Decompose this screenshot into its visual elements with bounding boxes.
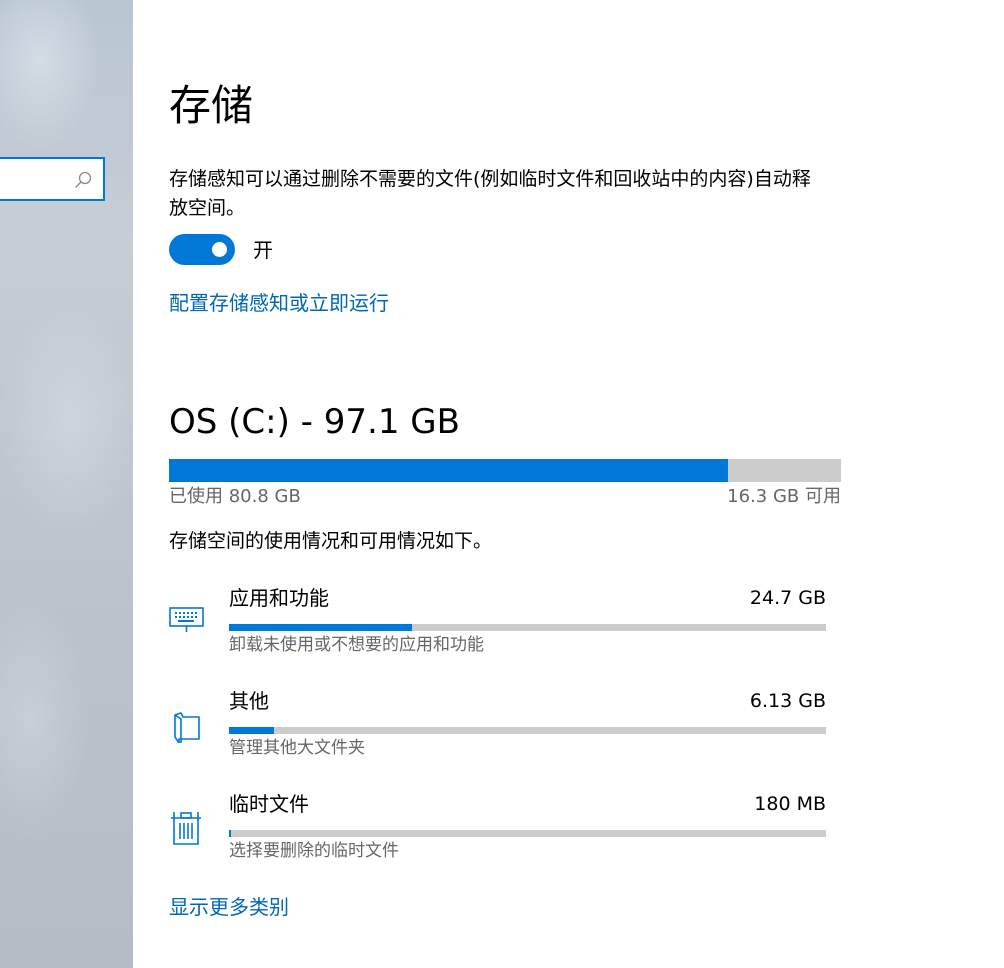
category-name: 应用和功能 xyxy=(229,586,329,610)
free-space-label: 16.3 GB 可用 xyxy=(727,486,841,507)
used-space-label: 已使用 80.8 GB xyxy=(169,486,301,507)
show-more-categories-link[interactable]: 显示更多类别 xyxy=(169,893,289,921)
category-description: 选择要删除的临时文件 xyxy=(229,841,399,861)
category-usage-bar xyxy=(229,624,826,631)
search-icon[interactable] xyxy=(73,170,93,190)
folder-icon xyxy=(174,712,200,743)
page-title: 存储 xyxy=(169,81,254,130)
category-description: 管理其他大文件夹 xyxy=(229,738,365,758)
configure-storage-sense-link[interactable]: 配置存储感知或立即运行 xyxy=(169,289,389,317)
category-name: 临时文件 xyxy=(229,792,309,816)
toggle-state-label: 开 xyxy=(253,238,273,262)
keyboard-icon xyxy=(169,607,204,632)
drive-title: OS (C:) - 97.1 GB xyxy=(169,402,460,442)
category-usage-fill xyxy=(229,830,231,837)
category-name: 其他 xyxy=(229,689,269,713)
category-usage-fill xyxy=(229,727,275,734)
category-size: 6.13 GB xyxy=(749,690,826,712)
sidebar-background xyxy=(0,0,133,968)
usage-summary: 存储空间的使用情况和可用情况如下。 xyxy=(169,530,493,552)
trash-icon xyxy=(171,812,201,845)
drive-usage-fill xyxy=(169,459,729,482)
category-usage-bar xyxy=(229,830,826,837)
toggle-knob xyxy=(212,242,227,257)
storage-sense-toggle[interactable] xyxy=(169,234,235,265)
category-usage-fill xyxy=(229,624,412,631)
category-other[interactable]: 其他 6.13 GB 管理其他大文件夹 xyxy=(169,687,829,767)
storage-sense-description: 存储感知可以通过删除不需要的文件(例如临时文件和回收站中的内容)自动释放空间。 xyxy=(169,168,811,219)
category-size: 24.7 GB xyxy=(749,587,826,609)
category-usage-bar xyxy=(229,727,826,734)
category-apps-features[interactable]: 应用和功能 24.7 GB 卸载未使用或不想要的应用和功能 xyxy=(169,584,829,664)
category-description: 卸载未使用或不想要的应用和功能 xyxy=(229,635,484,655)
category-temp-files[interactable]: 临时文件 180 MB 选择要删除的临时文件 xyxy=(169,790,829,870)
search-input[interactable] xyxy=(0,157,105,201)
category-size: 180 MB xyxy=(754,793,826,815)
sidebar xyxy=(0,0,133,968)
drive-usage-bar xyxy=(169,459,841,482)
